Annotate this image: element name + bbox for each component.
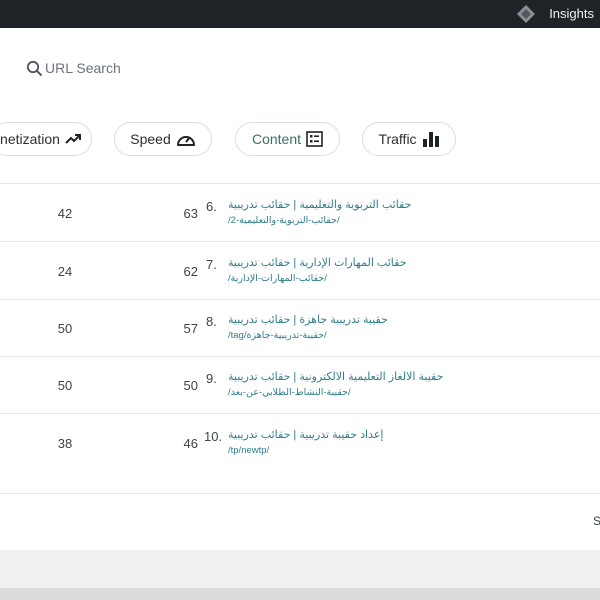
horizontal-scrollbar[interactable] [0,588,600,600]
trending-up-icon [65,133,82,145]
admin-footer-area [0,550,600,588]
row-metric-b: 63 [183,206,198,221]
row-title-link[interactable]: حقائب المهارات الإدارية | حقائب تدريبية [228,256,407,269]
row-metric-b: 46 [183,436,198,451]
row-metric-b: 57 [183,321,198,336]
row-url-link[interactable]: /حقائب-المهارات-الإدارية/ [228,273,327,284]
filter-traffic-label: Traffic [378,131,417,147]
table-row: 38 46 10. إعداد حقيبة تدريبية | حقائب تد… [0,414,600,471]
speedometer-icon [176,131,196,147]
row-url-link[interactable]: /حقيبة-النشاط-الطلابي-عن-بعد/ [228,387,351,398]
row-title-link[interactable]: حقيبة الالغاز التعليمية الالكترونية | حق… [228,370,443,383]
row-index: 7. [206,257,217,272]
url-search[interactable]: URL Search [26,58,121,78]
row-metric-b: 50 [183,378,198,393]
row-title-link[interactable]: حقائب التربوية والتعليمية | حقائب تدريبي… [228,198,411,211]
row-metric-a: 50 [57,321,73,336]
row-index: 8. [206,314,217,329]
content-list-icon [306,131,323,147]
filter-traffic-button[interactable]: Traffic [362,122,456,156]
table-row: 42 63 6. حقائب التربوية والتعليمية | حقا… [0,184,600,241]
row-metric-b: 62 [183,264,198,279]
filter-monetization-button[interactable]: netization [0,122,92,156]
row-metric-a: 42 [57,206,73,221]
row-url-link[interactable]: /حقائب-التربوية-والتعليمية-2/ [228,215,340,226]
row-url-link[interactable]: /tag/حقيبة-تدريبية-جاهزة/ [228,330,327,341]
filter-speed-label: Speed [130,131,171,147]
table-row: 50 57 8. حقيبة تدريبية جاهزة | حقائب تدر… [0,300,600,357]
bar-chart-icon [422,131,440,147]
row-metric-a: 38 [57,436,73,451]
row-title-link[interactable]: حقيبة تدريبية جاهزة | حقائب تدريبية [228,313,388,326]
row-index: 6. [206,199,217,214]
row-metric-a: 50 [57,378,73,393]
search-icon [26,60,43,76]
insights-icon[interactable] [516,4,536,24]
search-label: URL Search [45,60,121,76]
table-bottom-divider [0,493,600,494]
filter-speed-button[interactable]: Speed [114,122,212,156]
row-metric-a: 24 [57,264,73,279]
filter-monetization-label: netization [0,131,60,147]
filter-content-button[interactable]: Content [235,122,340,156]
filter-content-label: Content [251,131,302,147]
admin-top-bar: Insights [0,0,600,28]
row-index: 10. [204,429,223,444]
insights-menu-link[interactable]: Insights [549,6,594,21]
row-url-link[interactable]: /tp/newtp/ [228,445,269,456]
footer-partial-text: S [593,514,600,528]
table-row: 50 50 9. حقيبة الالغاز التعليمية الالكتر… [0,357,600,414]
table-row: 24 62 7. حقائب المهارات الإدارية | حقائب… [0,242,600,299]
row-title-link[interactable]: إعداد حقيبة تدريبية | حقائب تدريبية [228,428,383,441]
row-index: 9. [206,371,217,386]
